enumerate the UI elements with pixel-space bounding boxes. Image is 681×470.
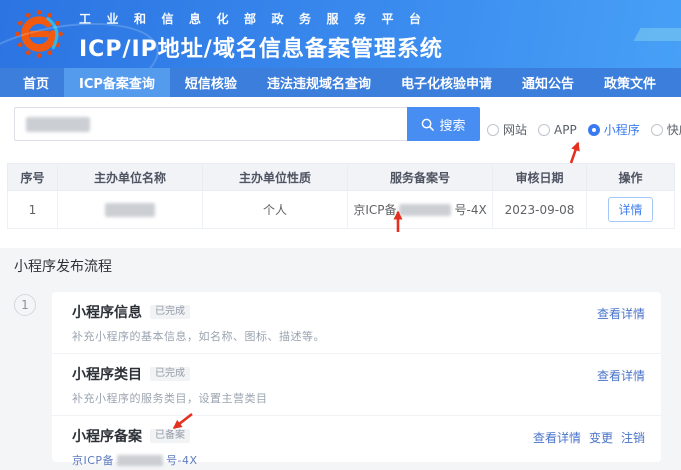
- cell-audit-date: 2023-09-08: [493, 191, 587, 229]
- radio-miniprogram-label: 小程序: [604, 121, 640, 138]
- view-details-link[interactable]: 查看详情: [597, 305, 645, 322]
- miniprogram-process-section: 小程序发布流程 1 小程序信息 已完成 补充小程序的基本信息，如名称、图标、描述…: [0, 248, 681, 470]
- platform-title: 工业和信息化部政务服务平台: [79, 10, 443, 27]
- redacted-license-middle: [399, 204, 451, 216]
- radio-quickapp-dot: [651, 124, 663, 136]
- status-badge: 已备案: [150, 429, 190, 443]
- cell-organizer-nature: 个人: [203, 191, 348, 229]
- detail-button[interactable]: 详情: [608, 197, 652, 222]
- redacted-license-middle: [117, 455, 163, 466]
- cell-index: 1: [8, 191, 58, 229]
- redacted-search-text: [26, 117, 90, 132]
- spacer: [0, 229, 681, 248]
- step-license-number: 京ICP备 号-4X: [72, 452, 643, 468]
- main-nav: 首页 ICP备案查询 短信核验 违法违规域名查询 电子化核验申请 通知公告 政策…: [0, 68, 681, 97]
- license-prefix: 京ICP备: [353, 201, 396, 218]
- license-suffix: 号-4X: [454, 201, 486, 218]
- process-card: 小程序信息 已完成 补充小程序的基本信息，如名称、图标、描述等。 查看详情 小程…: [52, 292, 661, 462]
- cell-actions: 详情: [587, 191, 675, 229]
- results-table: 序号 主办单位名称 主办单位性质 服务备案号 审核日期 操作 1 个人 京ICP…: [7, 163, 675, 229]
- step-title: 小程序备案: [72, 426, 142, 446]
- col-organizer-name: 主办单位名称: [58, 164, 203, 191]
- step-miniprogram-category: 小程序类目 已完成 补充小程序的服务类目，设置主营类目 查看详情: [52, 353, 661, 415]
- nav-item-notices[interactable]: 通知公告: [507, 68, 589, 97]
- radio-quickapp-label: 快应用: [667, 121, 681, 138]
- license-suffix: 号-4X: [166, 452, 198, 468]
- table-header-row: 序号 主办单位名称 主办单位性质 服务备案号 审核日期 操作: [8, 164, 675, 191]
- search-button[interactable]: 搜索: [407, 107, 480, 141]
- step-miniprogram-info: 小程序信息 已完成 补充小程序的基本信息，如名称、图标、描述等。 查看详情: [52, 292, 661, 353]
- view-details-link[interactable]: 查看详情: [597, 367, 645, 384]
- radio-website-label: 网站: [503, 121, 527, 138]
- nav-item-home[interactable]: 首页: [8, 68, 64, 97]
- cell-organizer-name: [58, 191, 203, 229]
- col-index: 序号: [8, 164, 58, 191]
- nav-item-illegal-domain-query[interactable]: 违法违规域名查询: [252, 68, 386, 97]
- step-description: 补充小程序的基本信息，如名称、图标、描述等。: [72, 328, 643, 344]
- header-decoration: [634, 28, 681, 41]
- results-table-wrap: 序号 主办单位名称 主办单位性质 服务备案号 审核日期 操作 1 个人 京ICP…: [0, 163, 681, 229]
- search-input-wrap: [14, 107, 407, 141]
- col-actions: 操作: [587, 164, 675, 191]
- radio-app-dot: [538, 124, 550, 136]
- step-number-badge: 1: [14, 294, 36, 316]
- radio-website[interactable]: 网站: [487, 121, 527, 138]
- nav-item-icp-query[interactable]: ICP备案查询: [64, 68, 170, 97]
- nav-item-e-verification[interactable]: 电子化核验申请: [386, 68, 507, 97]
- col-audit-date: 审核日期: [493, 164, 587, 191]
- col-license-number: 服务备案号: [348, 164, 493, 191]
- step-title: 小程序类目: [72, 364, 142, 384]
- status-badge: 已完成: [150, 367, 190, 381]
- radio-website-dot: [487, 124, 499, 136]
- nav-item-sms-verify[interactable]: 短信核验: [170, 68, 252, 97]
- radio-miniprogram-dot: [588, 124, 600, 136]
- redacted-organizer-name: [105, 203, 155, 217]
- col-organizer-nature: 主办单位性质: [203, 164, 348, 191]
- change-link[interactable]: 变更: [589, 429, 613, 446]
- step-miniprogram-filing: 小程序备案 已备案 京ICP备 号-4X 查看详情 变更 注销: [52, 415, 661, 470]
- license-prefix: 京ICP备: [72, 452, 114, 468]
- status-badge: 已完成: [150, 305, 190, 319]
- process-section-title: 小程序发布流程: [14, 256, 681, 276]
- nav-item-policy-docs[interactable]: 政策文件: [589, 68, 671, 97]
- search-section: 搜索 网站 APP 小程序 快应用: [0, 97, 681, 163]
- step-title: 小程序信息: [72, 302, 142, 322]
- step-description: 补充小程序的服务类目，设置主营类目: [72, 390, 643, 406]
- page: 工业和信息化部政务服务平台 ICP/IP地址/域名信息备案管理系统 首页 ICP…: [0, 0, 681, 470]
- view-details-link[interactable]: 查看详情: [533, 429, 581, 446]
- search-button-label: 搜索: [439, 115, 465, 134]
- table-row: 1 个人 京ICP备 号-4X 2023-09-08 详情: [8, 191, 675, 229]
- search-icon: [421, 118, 434, 131]
- radio-app[interactable]: APP: [538, 123, 577, 137]
- radio-quickapp[interactable]: 快应用: [651, 121, 681, 138]
- cancel-filing-link[interactable]: 注销: [621, 429, 645, 446]
- radio-app-label: APP: [554, 123, 577, 137]
- cell-license-number: 京ICP备 号-4X: [348, 191, 493, 229]
- header: 工业和信息化部政务服务平台 ICP/IP地址/域名信息备案管理系统: [0, 0, 681, 68]
- radio-miniprogram[interactable]: 小程序: [588, 121, 640, 138]
- service-type-radio-group: 网站 APP 小程序 快应用: [487, 121, 681, 138]
